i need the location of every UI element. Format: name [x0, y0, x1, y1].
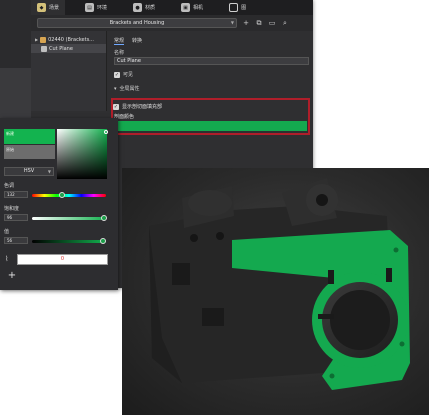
eyedropper-icon[interactable]: ⌇ [5, 255, 13, 263]
add-swatch-button[interactable]: + [7, 271, 17, 281]
original-color-label: 原始 [6, 147, 14, 152]
tab-image-label: 图 [241, 5, 247, 11]
tab-environment-label: 环境 [97, 5, 108, 11]
tab-environment[interactable]: ▤ 环境 [79, 0, 113, 15]
highlight-box [111, 98, 310, 135]
save-icon[interactable]: ▭ [268, 19, 276, 27]
hex-field[interactable]: 0 [17, 254, 108, 265]
tab-scene[interactable]: ◆ 场景 [31, 0, 66, 15]
value-slider[interactable] [32, 240, 106, 243]
search-icon[interactable]: ⌕ [281, 19, 289, 27]
hue-slider-handle[interactable] [59, 192, 65, 198]
name-label: 名称 [114, 50, 125, 56]
filmstrip-icon [229, 3, 239, 12]
saturation-value-area[interactable] [57, 129, 107, 179]
global-properties-label: 全局属性 [119, 86, 140, 92]
tab-transform[interactable]: 转换 [132, 37, 142, 45]
hue-label: 色调 [4, 183, 15, 189]
material-icon: ● [133, 3, 143, 12]
color-mode-select[interactable]: HSV ▼ [4, 167, 54, 176]
saturation-label: 饱和度 [4, 206, 20, 212]
assembly-icon [40, 36, 47, 43]
render-viewport[interactable] [122, 168, 429, 415]
new-color-swatch: 新建 [4, 129, 55, 144]
visible-checkbox[interactable]: ✓ [114, 71, 120, 78]
scene-icon: ◆ [37, 3, 46, 12]
tree-item-assembly-label: 02440 (Brackets... [48, 36, 94, 43]
document-selector-value: Brackets and Housing [109, 20, 165, 26]
saturation-value-handle[interactable] [104, 130, 108, 134]
saturation-slider[interactable] [32, 217, 106, 220]
top-toolbar: ◆ 场景 ▤ 环境 ● 材质 ▣ 相机 图 [31, 0, 313, 15]
duplicate-icon[interactable]: ⧉ [255, 19, 263, 27]
tab-material[interactable]: ● 材质 [127, 0, 161, 15]
document-bar: Brackets and Housing ▼ + ⧉ ▭ ⌕ [31, 15, 313, 31]
tree-item-assembly[interactable]: ▶ 02440 (Brackets... [31, 35, 106, 44]
tree-item-cut-plane[interactable]: Cut Plane [31, 44, 106, 53]
chevron-down-icon: ▾ [114, 85, 117, 92]
camera-icon: ▣ [181, 3, 191, 12]
properties-tabs: 常规 转换 [108, 31, 313, 45]
color-picker-panel: 新建 原始 HSV ▼ 色调 132 饱和度 96 值 56 ⌇ 0 + [0, 118, 118, 290]
tab-camera[interactable]: ▣ 相机 [175, 0, 209, 15]
saturation-slider-handle[interactable] [101, 215, 107, 221]
new-color-label: 新建 [6, 131, 14, 136]
tree-item-cut-plane-label: Cut Plane [49, 45, 73, 52]
chevron-down-icon: ▼ [230, 20, 234, 25]
scene-tree: ▶ 02440 (Brackets... Cut Plane [31, 31, 107, 111]
tab-camera-label: 相机 [193, 5, 204, 11]
plus-icon[interactable]: + [242, 19, 250, 27]
hue-slider[interactable] [32, 194, 106, 197]
chevron-down-icon: ▼ [47, 169, 51, 174]
value-label: 值 [4, 229, 10, 235]
expand-arrow-icon[interactable]: ▶ [35, 37, 38, 42]
tab-scene-label: 场景 [49, 5, 60, 11]
visible-label: 可见 [123, 72, 134, 78]
environment-icon: ▤ [85, 3, 95, 12]
tab-general[interactable]: 常规 [114, 37, 125, 45]
value-slider-handle[interactable] [100, 238, 106, 244]
color-mode-value: HSV [23, 168, 35, 174]
hue-field[interactable]: 132 [4, 191, 28, 198]
tab-image[interactable]: 图 [223, 0, 252, 15]
cut-plane-icon [41, 45, 47, 52]
saturation-field[interactable]: 96 [4, 214, 28, 221]
tab-material-label: 材质 [145, 5, 156, 11]
original-color-swatch[interactable]: 原始 [4, 145, 55, 159]
name-field[interactable]: Cut Plane [114, 57, 309, 65]
value-field[interactable]: 56 [4, 237, 28, 244]
document-selector[interactable]: Brackets and Housing ▼ [37, 18, 237, 28]
visible-row[interactable]: ✓ 可见 [108, 65, 313, 78]
global-properties-section[interactable]: ▾ 全局属性 [108, 78, 313, 93]
rendered-part [149, 178, 410, 390]
